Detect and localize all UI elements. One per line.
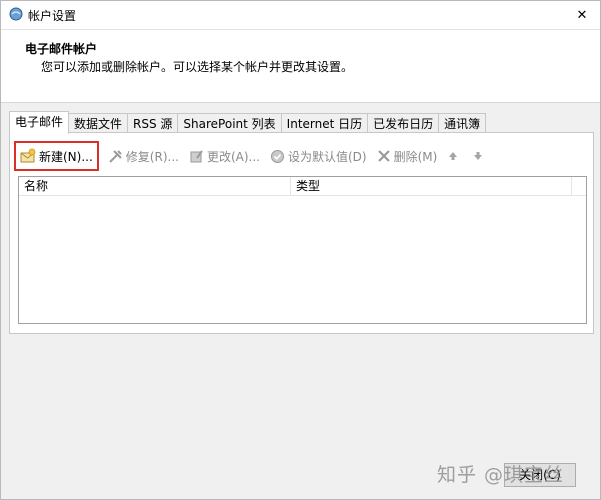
tools-icon: [109, 149, 122, 163]
email-tab-panel: 新建(N)... 修复(R)... 更改(A)... 设为默认值(D) 删除(M…: [9, 132, 594, 334]
outlook-app-icon: [9, 7, 23, 21]
envelope-new-icon: [20, 148, 36, 163]
window-title: 帐户设置: [28, 9, 77, 23]
remove-button[interactable]: 删除(M): [374, 144, 441, 168]
section-description: 您可以添加或删除帐户。可以选择某个帐户并更改其设置。: [41, 60, 354, 74]
set-default-button[interactable]: 设为默认值(D): [267, 144, 370, 168]
account-settings-window: 帐户设置 ✕ 电子邮件帐户 您可以添加或删除帐户。可以选择某个帐户并更改其设置。…: [0, 0, 601, 500]
repair-label: 修复(R)...: [125, 149, 179, 164]
tab-rss-feeds[interactable]: RSS 源: [127, 113, 179, 134]
tab-sharepoint-lists[interactable]: SharePoint 列表: [177, 113, 282, 134]
section-title: 电子邮件帐户: [25, 42, 98, 56]
tab-email[interactable]: 电子邮件: [9, 111, 70, 134]
watermark: 知乎 @琪宝丝: [436, 464, 564, 486]
title-bar: 帐户设置 ✕: [1, 1, 600, 30]
tab-strip: 电子邮件 数据文件 RSS 源 SharePoint 列表 Internet 日…: [9, 111, 487, 134]
move-up-button[interactable]: [444, 144, 465, 168]
account-toolbar: 新建(N)... 修复(R)... 更改(A)... 设为默认值(D) 删除(M…: [14, 141, 589, 171]
new-account-label: 新建(N)...: [39, 149, 93, 164]
close-icon: ✕: [576, 7, 588, 23]
column-header-name[interactable]: 名称: [19, 177, 291, 195]
remove-label: 删除(M): [393, 149, 438, 164]
list-header: 名称 类型: [19, 177, 586, 196]
header-panel: 电子邮件帐户 您可以添加或删除帐户。可以选择某个帐户并更改其设置。: [1, 30, 600, 103]
new-account-button[interactable]: 新建(N)...: [14, 141, 99, 171]
arrow-down-icon: [474, 152, 483, 160]
tab-internet-calendars[interactable]: Internet 日历: [280, 113, 369, 134]
change-label: 更改(A)...: [206, 149, 260, 164]
check-circle-icon: [270, 149, 284, 163]
repair-button[interactable]: 修复(R)...: [105, 144, 182, 168]
change-button[interactable]: 更改(A)...: [186, 144, 263, 168]
set-default-label: 设为默认值(D): [287, 149, 367, 164]
edit-icon: [190, 149, 203, 162]
move-down-button[interactable]: [469, 144, 490, 168]
tab-published-calendars[interactable]: 已发布日历: [367, 113, 440, 134]
account-list[interactable]: 名称 类型: [18, 176, 587, 324]
tab-address-books[interactable]: 通讯簿: [438, 113, 487, 134]
close-window-button[interactable]: ✕: [570, 4, 594, 26]
tab-data-files[interactable]: 数据文件: [68, 113, 129, 134]
x-icon: [377, 150, 390, 162]
column-header-type[interactable]: 类型: [291, 177, 572, 195]
arrow-up-icon: [449, 152, 458, 160]
